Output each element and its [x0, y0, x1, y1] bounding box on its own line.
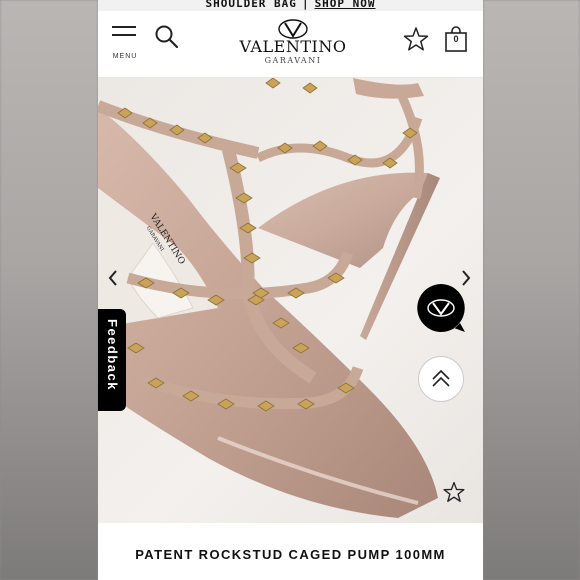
scroll-top-icon	[432, 369, 450, 387]
search-button[interactable]	[154, 24, 180, 50]
wishlist-star-icon	[443, 481, 465, 502]
valentino-v-logo	[278, 19, 308, 39]
background-right	[483, 0, 580, 580]
product-title: PATENT ROCKSTUD CAGED PUMP 100MM	[135, 547, 446, 562]
scroll-to-top-button[interactable]	[418, 356, 464, 402]
promo-text: SHOULDER BAG	[205, 0, 297, 10]
search-icon	[155, 25, 179, 49]
add-to-wishlist-button[interactable]	[442, 480, 466, 504]
star-icon	[403, 27, 429, 51]
brand-logo[interactable]: VALENTINO GARAVANI	[238, 19, 348, 71]
feedback-label: Feedback	[105, 319, 120, 391]
brand-name: VALENTINO	[239, 37, 347, 56]
menu-button[interactable]: MENU	[112, 26, 136, 62]
bag-count: 0	[453, 34, 459, 44]
promo-banner: SHOULDER BAG | SHOP NOW	[98, 0, 483, 11]
shopping-bag-button[interactable]: 0	[444, 25, 468, 53]
shop-now-link[interactable]: SHOP NOW	[315, 0, 376, 10]
menu-icon	[112, 26, 136, 28]
promo-divider: |	[301, 0, 310, 10]
product-image[interactable]: VALENTINO GARAVANI Feedback	[98, 78, 483, 523]
chat-button[interactable]	[416, 283, 466, 333]
previous-image-button[interactable]	[106, 268, 120, 288]
phone-screen: SHOULDER BAG | SHOP NOW MENU VALENTINO GAR…	[98, 0, 483, 580]
chevron-left-icon	[108, 270, 117, 286]
brand-subname: GARAVANI	[264, 56, 322, 65]
wishlist-button[interactable]	[402, 25, 430, 53]
menu-icon-bar	[112, 34, 136, 36]
background-left	[0, 0, 98, 580]
feedback-tab[interactable]: Feedback	[98, 309, 126, 411]
site-header: MENU VALENTINO GARAVANI 0	[98, 11, 483, 78]
chat-icon	[417, 284, 465, 332]
menu-label: MENU	[112, 53, 138, 60]
